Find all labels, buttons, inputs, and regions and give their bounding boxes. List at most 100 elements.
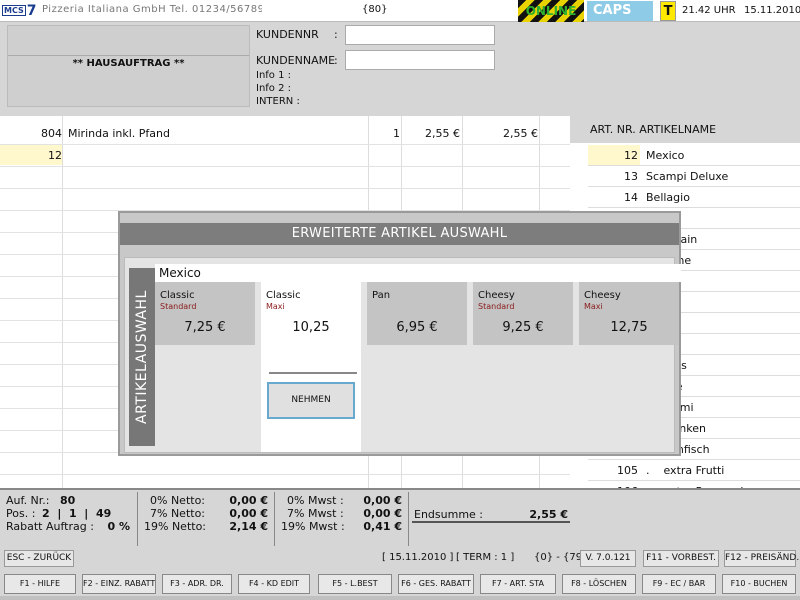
order-number-label: Auf. Nr.: bbox=[6, 494, 50, 507]
variant-name: Classic bbox=[160, 290, 195, 301]
variant-card-cheesy-maxi[interactable]: Cheesy Maxi 12,75 bbox=[579, 282, 679, 345]
article-name: . extra Frutti bbox=[646, 464, 725, 477]
rabatt-value: 0 % bbox=[107, 520, 130, 533]
endsumme-underline bbox=[412, 521, 570, 523]
variant-size: Maxi bbox=[584, 302, 603, 311]
netto0-label: 0% Netto: bbox=[150, 494, 206, 507]
mwst7-label: 7% Mwst : bbox=[287, 507, 344, 520]
article-number: 12 bbox=[588, 145, 640, 165]
variant-price: 6,95 € bbox=[396, 320, 438, 335]
mwst19-label: 19% Mwst : bbox=[281, 520, 345, 533]
article-number: 13 bbox=[624, 170, 638, 183]
order-row-total: 2,55 € bbox=[503, 127, 538, 140]
variant-name: Cheesy bbox=[584, 290, 621, 301]
intern-label: INTERN : bbox=[256, 96, 300, 107]
positions-value: 2 | 1 | 49 bbox=[42, 507, 112, 520]
logo-number: 7 bbox=[26, 3, 37, 19]
clock-time: 21.42 UHR bbox=[682, 5, 736, 16]
kundennr-colon: : bbox=[334, 28, 338, 41]
status-terminal: [ TERM : 1 ] bbox=[456, 552, 515, 563]
kundenname-field[interactable] bbox=[345, 50, 495, 70]
article-number: 14 bbox=[624, 191, 638, 204]
order-row-unit-price: 2,55 € bbox=[425, 127, 460, 140]
terminal-badge: T bbox=[660, 1, 676, 21]
f1-help-button[interactable]: F1 - HILFE bbox=[4, 574, 76, 594]
order-type-box: ** HAUSAUFTRAG ** bbox=[7, 25, 250, 107]
app-logo: MCS 7 bbox=[2, 2, 37, 20]
article-list-header: ART. NR. ARTIKELNAME bbox=[570, 116, 800, 143]
f6-total-discount-button[interactable]: F6 - GES. RABATT bbox=[398, 574, 474, 594]
variant-card-classic-standard[interactable]: Classic Standard 7,25 € bbox=[155, 282, 255, 345]
article-name: Bellagio bbox=[646, 191, 690, 204]
order-entry-article-number[interactable]: 12 bbox=[0, 149, 62, 162]
f11-button[interactable]: F11 - VORBEST. bbox=[643, 550, 719, 567]
kundenname-label: KUNDENNAME bbox=[256, 54, 336, 67]
f3-address-print-button[interactable]: F3 - ADR. DR. bbox=[162, 574, 232, 594]
netto19-value: 2,14 € bbox=[229, 520, 268, 533]
f2-item-discount-button[interactable]: F2 - EINZ. RABATT bbox=[82, 574, 156, 594]
order-count: {80} bbox=[362, 4, 388, 15]
netto19-label: 19% Netto: bbox=[144, 520, 207, 533]
variant-size: Standard bbox=[160, 302, 197, 311]
article-name: Scampi Deluxe bbox=[646, 170, 729, 183]
variant-size: Standard bbox=[478, 302, 515, 311]
netto7-label: 7% Netto: bbox=[150, 507, 206, 520]
endsumme-label: Endsumme : bbox=[414, 508, 484, 521]
endsumme-value: 2,55 € bbox=[529, 508, 568, 521]
netto7-value: 0,00 € bbox=[229, 507, 268, 520]
article-list-row[interactable]: 105 . extra Frutti bbox=[588, 460, 800, 481]
clock-date: 15.11.2010 bbox=[744, 5, 800, 16]
order-row-article-number[interactable]: 804 bbox=[0, 127, 62, 140]
shop-name: Pizzeria Italiana GmbH Tel. 01234/567890 bbox=[42, 4, 262, 15]
positions-label: Pos. : bbox=[6, 507, 36, 520]
f8-delete-button[interactable]: F8 - LÖSCHEN bbox=[562, 574, 636, 594]
info2-label: Info 2 : bbox=[256, 83, 292, 94]
article-name: Mexico bbox=[646, 149, 685, 162]
article-list-row[interactable]: 13 Scampi Deluxe bbox=[588, 166, 800, 187]
rabatt-label: Rabatt Auftrag : bbox=[6, 520, 94, 533]
online-indicator: ONLINE bbox=[518, 0, 584, 22]
order-row-article-name[interactable]: Mirinda inkl. Pfand bbox=[68, 127, 170, 140]
variant-card-pan[interactable]: Pan 6,95 € bbox=[367, 282, 467, 345]
f9-ec-cash-button[interactable]: F9 - EC / BAR bbox=[642, 574, 716, 594]
f7-article-stats-button[interactable]: F7 - ART. STA bbox=[480, 574, 556, 594]
variant-price: 7,25 € bbox=[184, 320, 226, 335]
variant-price: 9,25 € bbox=[502, 320, 544, 335]
selected-article-name: Mexico bbox=[155, 264, 681, 282]
f10-book-button[interactable]: F10 - BUCHEN bbox=[722, 574, 796, 594]
f12-button[interactable]: F12 - PREISÄND. bbox=[724, 550, 799, 567]
order-type-label: ** HAUSAUFTRAG ** bbox=[72, 58, 185, 69]
mwst0-value: 0,00 € bbox=[363, 494, 402, 507]
take-button[interactable]: NEHMEN bbox=[267, 382, 355, 419]
f4-customer-edit-button[interactable]: F4 - KD EDIT bbox=[238, 574, 310, 594]
dialog-title: ERWEITERTE ARTIKEL AUSWAHL bbox=[120, 223, 679, 245]
article-list-row[interactable]: 14 Bellagio bbox=[588, 187, 800, 208]
article-number: 105 bbox=[617, 464, 638, 477]
variant-name: Pan bbox=[372, 290, 391, 301]
version-label: V. 7.0.121 bbox=[580, 550, 636, 567]
variant-price[interactable]: 10,25 bbox=[261, 320, 361, 335]
order-row-quantity[interactable]: 1 bbox=[370, 127, 400, 140]
order-number-value: 80 bbox=[60, 494, 76, 507]
caps-indicator: CAPS ON bbox=[587, 1, 653, 38]
mwst7-value: 0,00 € bbox=[363, 507, 402, 520]
mwst0-label: 0% Mwst : bbox=[287, 494, 344, 507]
variant-name: Classic bbox=[266, 290, 301, 301]
status-date: [ 15.11.2010 ] bbox=[382, 552, 454, 563]
variant-size: Maxi bbox=[266, 302, 285, 311]
extended-article-selection-dialog: ERWEITERTE ARTIKEL AUSWAHL ARTIKELAUSWAH… bbox=[118, 211, 681, 456]
f5-l-best-button[interactable]: F5 - L.BEST bbox=[318, 574, 392, 594]
escape-button[interactable]: ESC - ZURÜCK bbox=[4, 550, 74, 567]
mwst19-value: 0,41 € bbox=[363, 520, 402, 533]
netto0-value: 0,00 € bbox=[229, 494, 268, 507]
article-selection-side-label: ARTIKELAUSWAHL bbox=[129, 268, 155, 446]
variant-card-classic-maxi[interactable]: Classic Maxi 10,25 NEHMEN bbox=[261, 282, 361, 452]
dialog-body: ARTIKELAUSWAHL Mexico Classic Standard 7… bbox=[124, 257, 681, 453]
article-list-row[interactable]: 12 Mexico bbox=[588, 145, 800, 166]
kundenname-colon: : bbox=[334, 54, 338, 67]
bottom-strip bbox=[0, 596, 800, 600]
kundennr-label: KUNDENNR bbox=[256, 28, 319, 41]
variant-card-cheesy-standard[interactable]: Cheesy Standard 9,25 € bbox=[473, 282, 573, 345]
article-list-header-label: ART. NR. ARTIKELNAME bbox=[590, 123, 717, 136]
kundennr-field[interactable] bbox=[345, 25, 495, 45]
